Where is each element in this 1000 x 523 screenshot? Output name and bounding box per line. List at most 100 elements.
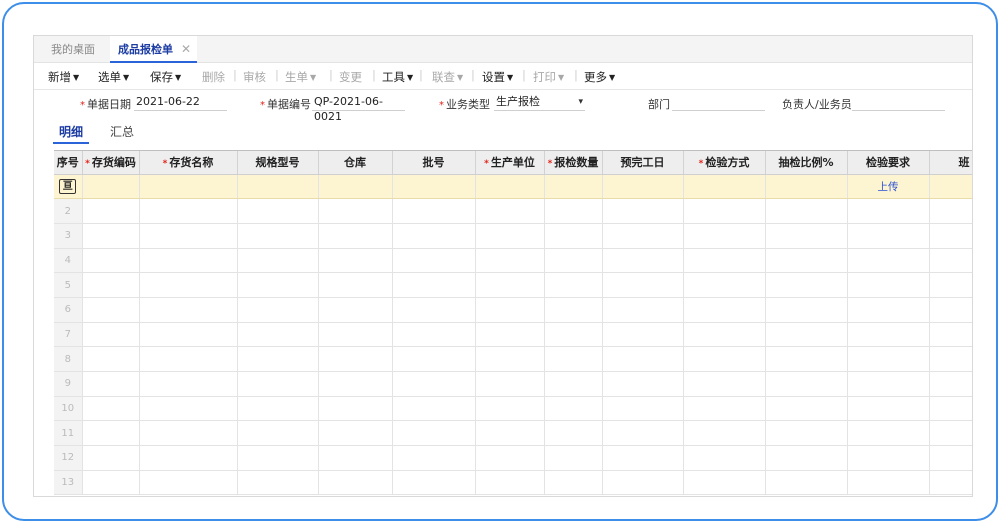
- table-cell[interactable]: [765, 420, 848, 447]
- table-cell[interactable]: [237, 420, 319, 447]
- table-cell[interactable]: [847, 420, 930, 447]
- table-cell[interactable]: [544, 223, 603, 249]
- table-cell[interactable]: [139, 371, 238, 397]
- table-cell[interactable]: [929, 371, 972, 397]
- table-cell[interactable]: [139, 223, 238, 249]
- toolbar-button[interactable]: 选单 ▼: [98, 69, 129, 85]
- table-cell[interactable]: [544, 272, 603, 298]
- table-cell[interactable]: [392, 420, 476, 447]
- toolbar-button[interactable]: 联查 ▼: [432, 69, 463, 85]
- table-cell[interactable]: [82, 248, 140, 274]
- table-cell[interactable]: [544, 445, 603, 471]
- table-cell[interactable]: [318, 346, 393, 372]
- table-cell[interactable]: [602, 297, 684, 323]
- table-cell[interactable]: [139, 248, 238, 274]
- table-cell[interactable]: [765, 346, 848, 372]
- table-cell[interactable]: [475, 371, 545, 397]
- table-cell[interactable]: [544, 346, 603, 372]
- table-cell[interactable]: [475, 396, 545, 422]
- table-cell[interactable]: [847, 346, 930, 372]
- table-cell[interactable]: [847, 470, 930, 496]
- table-cell[interactable]: [544, 174, 603, 200]
- table-cell[interactable]: [318, 198, 393, 224]
- table-cell[interactable]: [683, 174, 766, 200]
- table-cell[interactable]: [392, 297, 476, 323]
- column-header[interactable]: 检验要求: [847, 151, 930, 175]
- table-cell[interactable]: [475, 174, 545, 200]
- table-cell[interactable]: [929, 198, 972, 224]
- table-cell[interactable]: [544, 371, 603, 397]
- table-cell[interactable]: [929, 272, 972, 298]
- toolbar-button[interactable]: 设置 ▼: [482, 69, 513, 85]
- table-cell[interactable]: [82, 272, 140, 298]
- table-cell[interactable]: [929, 420, 972, 447]
- table-cell[interactable]: [392, 248, 476, 274]
- table-cell[interactable]: [318, 272, 393, 298]
- table-cell[interactable]: [602, 470, 684, 496]
- table-cell[interactable]: [318, 445, 393, 471]
- column-header[interactable]: 预完工日: [602, 151, 684, 175]
- table-cell[interactable]: [847, 371, 930, 397]
- column-header[interactable]: 抽检比例%: [765, 151, 848, 175]
- table-cell[interactable]: [929, 346, 972, 372]
- table-cell[interactable]: [318, 396, 393, 422]
- table-cell[interactable]: [765, 371, 848, 397]
- table-cell[interactable]: [392, 346, 476, 372]
- table-cell[interactable]: [318, 297, 393, 323]
- table-cell[interactable]: [139, 272, 238, 298]
- table-cell[interactable]: [847, 297, 930, 323]
- table-cell[interactable]: [318, 371, 393, 397]
- table-cell[interactable]: [237, 445, 319, 471]
- table-cell[interactable]: [765, 174, 848, 200]
- table-cell[interactable]: [765, 272, 848, 298]
- table-cell[interactable]: [544, 420, 603, 447]
- toolbar-button[interactable]: 删除: [202, 69, 225, 85]
- table-cell[interactable]: [475, 223, 545, 249]
- table-cell[interactable]: [683, 346, 766, 372]
- table-cell[interactable]: [139, 420, 238, 447]
- column-header[interactable]: 规格型号: [237, 151, 319, 175]
- table-cell[interactable]: [929, 297, 972, 323]
- tab-detail[interactable]: 明细: [53, 122, 90, 144]
- table-cell[interactable]: [139, 322, 238, 348]
- table-cell[interactable]: [929, 470, 972, 496]
- toolbar-button[interactable]: 审核: [243, 69, 266, 85]
- table-cell[interactable]: [82, 198, 140, 224]
- toolbar-button[interactable]: 打印 ▼: [533, 69, 564, 85]
- table-cell[interactable]: [544, 198, 603, 224]
- table-cell[interactable]: [318, 322, 393, 348]
- table-cell[interactable]: [318, 174, 393, 200]
- table-cell[interactable]: [475, 198, 545, 224]
- table-cell[interactable]: [237, 198, 319, 224]
- tab-summary[interactable]: 汇总: [110, 122, 134, 144]
- table-cell[interactable]: [544, 470, 603, 496]
- table-cell[interactable]: [929, 445, 972, 471]
- person-field[interactable]: [852, 94, 945, 111]
- column-header[interactable]: * 存货编码: [82, 151, 140, 175]
- table-cell[interactable]: [683, 470, 766, 496]
- upload-link[interactable]: 上传: [878, 181, 899, 193]
- table-cell[interactable]: [82, 396, 140, 422]
- toolbar-button[interactable]: 更多 ▼: [584, 69, 615, 85]
- table-cell[interactable]: [602, 445, 684, 471]
- tab-desktop[interactable]: 我的桌面: [51, 36, 95, 63]
- table-cell[interactable]: [237, 174, 319, 200]
- table-cell[interactable]: [847, 198, 930, 224]
- table-cell[interactable]: [765, 396, 848, 422]
- table-cell[interactable]: [683, 445, 766, 471]
- table-cell[interactable]: [929, 174, 972, 200]
- table-cell[interactable]: [237, 396, 319, 422]
- table-cell[interactable]: [544, 248, 603, 274]
- row-operation-icon[interactable]: 亘: [59, 178, 77, 194]
- column-header[interactable]: 序号: [54, 151, 83, 175]
- toolbar-button[interactable]: 保存 ▼: [150, 69, 181, 85]
- table-cell[interactable]: [475, 445, 545, 471]
- table-cell[interactable]: [683, 322, 766, 348]
- column-header[interactable]: * 报检数量: [544, 151, 603, 175]
- table-cell[interactable]: [392, 174, 476, 200]
- table-cell[interactable]: [765, 198, 848, 224]
- table-cell[interactable]: [82, 420, 140, 447]
- table-cell[interactable]: [847, 322, 930, 348]
- table-cell[interactable]: [765, 322, 848, 348]
- table-cell[interactable]: [392, 396, 476, 422]
